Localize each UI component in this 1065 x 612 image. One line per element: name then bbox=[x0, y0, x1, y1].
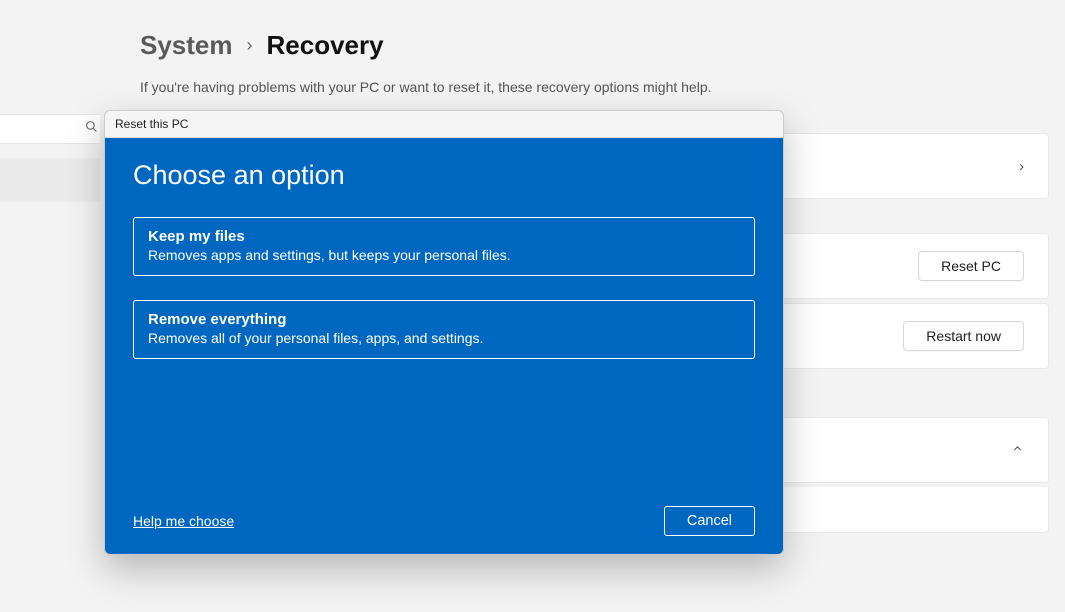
chevron-right-icon: › bbox=[247, 35, 253, 56]
help-me-choose-link[interactable]: Help me choose bbox=[133, 513, 234, 529]
option-remove-everything[interactable]: Remove everything Removes all of your pe… bbox=[133, 300, 755, 359]
chevron-up-icon bbox=[1011, 442, 1024, 458]
breadcrumb: System › Recovery bbox=[140, 30, 1049, 61]
reset-pc-dialog: Reset this PC Choose an option Keep my f… bbox=[104, 110, 784, 555]
breadcrumb-parent[interactable]: System bbox=[140, 30, 233, 61]
option-desc: Removes apps and settings, but keeps you… bbox=[148, 247, 740, 263]
chevron-right-icon: › bbox=[1019, 158, 1024, 175]
reset-pc-button[interactable]: Reset PC bbox=[918, 251, 1024, 281]
option-desc: Removes all of your personal files, apps… bbox=[148, 330, 740, 346]
restart-now-button[interactable]: Restart now bbox=[903, 321, 1024, 351]
sidebar-active-item[interactable] bbox=[0, 158, 100, 202]
cancel-button[interactable]: Cancel bbox=[664, 506, 755, 536]
option-title: Keep my files bbox=[148, 228, 740, 245]
option-title: Remove everything bbox=[148, 311, 740, 328]
page-subtitle: If you're having problems with your PC o… bbox=[140, 79, 1049, 95]
dialog-titlebar: Reset this PC bbox=[105, 111, 783, 138]
option-keep-my-files[interactable]: Keep my files Removes apps and settings,… bbox=[133, 217, 755, 276]
search-icon bbox=[85, 120, 98, 136]
breadcrumb-current: Recovery bbox=[267, 30, 384, 61]
dialog-heading: Choose an option bbox=[133, 160, 755, 191]
